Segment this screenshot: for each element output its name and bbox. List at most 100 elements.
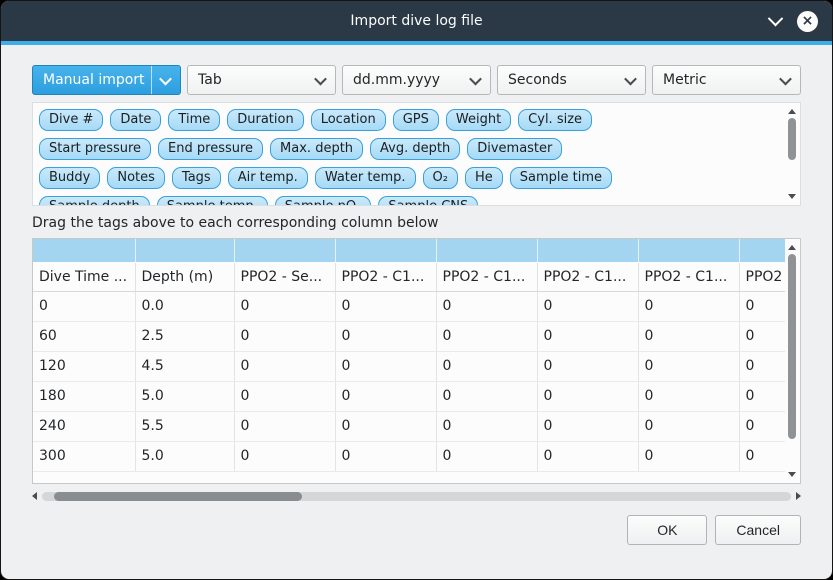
- chevron-down-icon: [779, 72, 792, 85]
- column-tag[interactable]: Tags: [172, 167, 221, 189]
- drop-target-cell[interactable]: [335, 239, 436, 262]
- table-row: 1805.0000000: [33, 381, 785, 411]
- table-cell: 0: [335, 351, 436, 381]
- table-cell: 0: [739, 441, 785, 471]
- tag-row: Sample depth Sample temp. Sample pO₂ Sample…: [39, 196, 778, 206]
- column-tag[interactable]: Sample CNS: [378, 196, 478, 206]
- table-body: 00.0000000602.50000001204.50000001805.00…: [33, 291, 785, 471]
- import-type-combo[interactable]: Manual import: [32, 65, 181, 95]
- column-tag[interactable]: Air temp.: [228, 167, 308, 189]
- column-tag[interactable]: O₂: [423, 167, 458, 189]
- column-tag[interactable]: Notes: [107, 167, 165, 189]
- scroll-left-arrow-icon[interactable]: [32, 492, 37, 500]
- drop-target-cell[interactable]: [739, 239, 785, 262]
- combo-label: Manual import: [43, 72, 145, 88]
- scroll-down-arrow-icon[interactable]: [788, 194, 796, 199]
- column-tag[interactable]: Sample pO₂: [275, 196, 372, 206]
- table-cell: 0: [335, 411, 436, 441]
- duration-format-combo[interactable]: Seconds: [497, 65, 646, 95]
- table-cell: 0: [335, 321, 436, 351]
- drop-target-row: [33, 239, 785, 262]
- column-tag[interactable]: Buddy: [39, 167, 100, 189]
- drop-target-cell[interactable]: [33, 239, 135, 262]
- column-tag[interactable]: Divemaster: [467, 138, 562, 160]
- column-tag[interactable]: Avg. depth: [370, 138, 460, 160]
- table-cell: 0: [436, 321, 537, 351]
- column-tag[interactable]: Dive #: [39, 109, 103, 131]
- scrollbar-thumb[interactable]: [54, 492, 302, 501]
- table-cell: 0: [537, 351, 638, 381]
- table-cell: 0: [638, 351, 739, 381]
- table-cell: 60: [33, 321, 135, 351]
- table-cell: 0: [739, 321, 785, 351]
- scrollbar-track[interactable]: [42, 492, 791, 501]
- table-cell: 0: [537, 411, 638, 441]
- field-separator-combo[interactable]: Tab: [187, 65, 336, 95]
- drop-target-cell[interactable]: [135, 239, 234, 262]
- column-tag[interactable]: He: [465, 167, 503, 189]
- scroll-up-arrow-icon[interactable]: [788, 245, 796, 250]
- table-cell: 0: [234, 441, 335, 471]
- table-header-cell: Dive Time ...: [33, 262, 135, 291]
- tag-row: Buddy Notes Tags Air temp. Water temp. O₂ He Sa…: [39, 167, 778, 189]
- ok-button[interactable]: OK: [627, 515, 707, 545]
- scrollbar-thumb[interactable]: [788, 254, 796, 439]
- chevron-down-icon[interactable]: [768, 10, 784, 26]
- table-header-row: Dive Time ...Depth (m)PPO2 - Se...PPO2 -…: [33, 262, 785, 291]
- drop-target-cell[interactable]: [537, 239, 638, 262]
- table-header-cell: Depth (m): [135, 262, 234, 291]
- table-cell: 0: [335, 441, 436, 471]
- column-tag[interactable]: Weight: [446, 109, 511, 131]
- tag-vertical-scrollbar[interactable]: [784, 104, 799, 204]
- column-tag[interactable]: Sample depth: [39, 196, 150, 206]
- close-button[interactable]: ×: [797, 11, 818, 32]
- titlebar[interactable]: Import dive log file ×: [1, 1, 832, 41]
- scroll-right-arrow-icon[interactable]: [796, 492, 801, 500]
- table-cell: 0: [739, 381, 785, 411]
- units-combo[interactable]: Metric: [652, 65, 801, 95]
- column-tag[interactable]: Date: [110, 109, 161, 131]
- table-cell: 0: [33, 291, 135, 321]
- table-row: 1204.5000000: [33, 351, 785, 381]
- drop-target-cell[interactable]: [638, 239, 739, 262]
- scroll-down-arrow-icon[interactable]: [788, 472, 796, 477]
- table-cell: 0.0: [135, 291, 234, 321]
- cancel-button[interactable]: Cancel: [715, 515, 801, 545]
- options-toolbar: Manual import Tab dd.mm.yyyy Seconds Met…: [32, 65, 801, 95]
- dialog-content: Manual import Tab dd.mm.yyyy Seconds Met…: [1, 45, 832, 503]
- column-tag[interactable]: Sample temp.: [157, 196, 268, 206]
- table-cell: 0: [234, 321, 335, 351]
- table-cell: 0: [537, 381, 638, 411]
- table-cell: 0: [638, 411, 739, 441]
- column-tag[interactable]: Water temp.: [315, 167, 416, 189]
- table-row: 2405.5000000: [33, 411, 785, 441]
- scroll-up-arrow-icon[interactable]: [788, 109, 796, 114]
- titlebar-icons: ×: [770, 1, 818, 41]
- dialog-buttons: OK Cancel: [1, 515, 801, 545]
- drop-target-cell[interactable]: [234, 239, 335, 262]
- table-cell: 180: [33, 381, 135, 411]
- table-header-cell: PPO2 - C1...: [335, 262, 436, 291]
- table-cell: 120: [33, 351, 135, 381]
- table-vertical-scrollbar[interactable]: [784, 240, 799, 482]
- table-row: 00.0000000: [33, 291, 785, 321]
- column-tag[interactable]: Cyl. size: [518, 109, 592, 131]
- horizontal-scrollbar[interactable]: [32, 489, 801, 503]
- column-tag[interactable]: Start pressure: [39, 138, 151, 160]
- table-cell: 0: [436, 291, 537, 321]
- column-tag[interactable]: Max. depth: [270, 138, 363, 160]
- column-tag[interactable]: Time: [168, 109, 220, 131]
- column-tag[interactable]: GPS: [393, 109, 439, 131]
- table-cell: 5.0: [135, 441, 234, 471]
- scrollbar-thumb[interactable]: [788, 118, 796, 160]
- table-cell: 2.5: [135, 321, 234, 351]
- table-cell: 0: [234, 381, 335, 411]
- column-tag[interactable]: Sample time: [510, 167, 612, 189]
- drop-target-cell[interactable]: [436, 239, 537, 262]
- table-header-cell: PPO2: [739, 262, 785, 291]
- column-tag[interactable]: Duration: [227, 109, 303, 131]
- table-cell: 0: [234, 351, 335, 381]
- date-format-combo[interactable]: dd.mm.yyyy: [342, 65, 491, 95]
- column-tag[interactable]: Location: [311, 109, 386, 131]
- column-tag[interactable]: End pressure: [158, 138, 263, 160]
